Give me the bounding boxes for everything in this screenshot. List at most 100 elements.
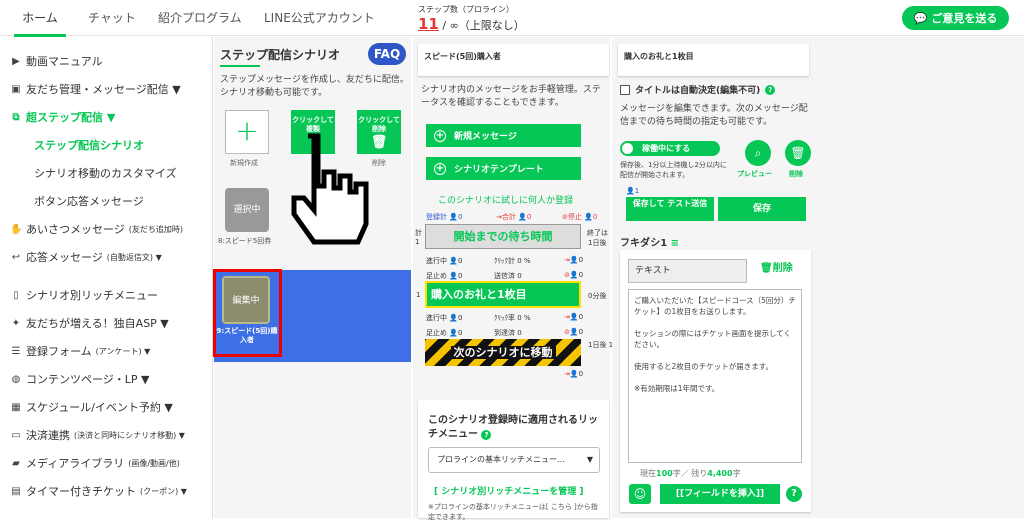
stat-click-rate: ｸﾘｯｸ率 0 % xyxy=(494,313,531,323)
sidebar-item-video-manual[interactable]: ▶ 動画マニュアル xyxy=(10,53,103,69)
sidebar-item-label: 友だちが増える！独自ASP ▼ xyxy=(26,317,169,330)
new-scenario-button[interactable]: + xyxy=(225,110,269,154)
pointer-hand-icon xyxy=(291,133,369,245)
stat-value: 0 xyxy=(457,272,463,280)
faq-button[interactable]: FAQ xyxy=(368,43,406,65)
stat-value: 0 xyxy=(578,313,584,321)
sidebar-item-label: 登録フォーム xyxy=(26,345,92,358)
emoji-button[interactable]: ☺ xyxy=(629,484,651,504)
contacts-icon: ▣ xyxy=(11,83,21,95)
save-test-send-button[interactable]: 保存して テスト送信 xyxy=(626,197,714,221)
wait-side-label: 終了は xyxy=(587,229,608,237)
stat-halt: ⊘👤0 xyxy=(564,271,584,279)
delete-bubble-button[interactable]: 🗑削除 xyxy=(760,259,793,274)
sidebar-item-form[interactable]: ☰ 登録フォーム (アンケート) ▼ xyxy=(10,343,151,359)
title-underline xyxy=(220,65,260,67)
tab-chat[interactable]: チャット xyxy=(88,9,136,26)
stat-label: 送信済 xyxy=(494,272,515,280)
sidebar-item-auto-reply[interactable]: ↩ 応答メッセージ (自動返信文) ▼ xyxy=(10,249,162,265)
sidebar-item-greeting[interactable]: ✋ あいさつメッセージ (友だち追加時) xyxy=(10,221,183,237)
stat-progress: 進行中 👤0 xyxy=(426,257,463,265)
plus-circle-icon: + xyxy=(434,162,446,175)
help-icon[interactable]: ? xyxy=(765,84,776,95)
stat-value: 0 xyxy=(517,329,522,337)
sidebar-item-label: 友だち管理・メッセージ配信 ▼ xyxy=(26,83,181,96)
new-scenario-label: 新規作成 xyxy=(230,159,258,167)
stat-label: 足止め xyxy=(426,329,447,337)
panel-description: シナリオ内のメッセージをお手軽管理。ステータスを確認することもできます。 xyxy=(421,85,601,108)
stat-value: 0 xyxy=(592,213,598,221)
drag-handle-icon[interactable]: ≡ xyxy=(671,238,679,249)
sidebar-item-scenario-move[interactable]: シナリオ移動のカスタマイズ xyxy=(34,165,177,181)
auto-title-checkbox[interactable]: タイトルは自動決定(編集不可)? xyxy=(620,83,776,96)
new-message-button[interactable]: + 新規メッセージ xyxy=(426,124,581,147)
highlight-frame xyxy=(213,269,282,357)
sidebar-item-content-page[interactable]: ◍ コンテンツページ・LP ▼ xyxy=(10,371,150,387)
counter-rest: 4,400 xyxy=(707,469,733,478)
feedback-label: ご意見を送る xyxy=(931,12,998,25)
wave-icon: ✋ xyxy=(10,223,23,235)
top-nav: ホーム チャット 紹介プログラム LINE公式アカウント ステップ数（プロライン… xyxy=(0,0,1024,37)
help-button[interactable]: ? xyxy=(786,486,802,502)
stat-value: 0 xyxy=(517,272,522,280)
insert-field-button[interactable]: [[フィールドを挿入]] xyxy=(660,484,780,504)
plus-icon: + xyxy=(235,114,259,147)
scenario-tile-label: 8:スピード5回券 xyxy=(218,237,272,245)
rich-menu-manage-link[interactable]: [ シナリオ別リッチメニューを管理 ] xyxy=(434,484,584,497)
tab-line-official[interactable]: LINE公式アカウント xyxy=(264,9,375,26)
sidebar-item-payment[interactable]: ▭ 決済連携 (決済と同時にシナリオ移動) ▼ xyxy=(10,427,185,443)
sidebar-item-rich-menu[interactable]: ▯ シナリオ別リッチメニュー xyxy=(10,287,158,303)
handshake-icon: ✦ xyxy=(11,317,21,329)
checkbox[interactable] xyxy=(620,84,630,95)
stat-label: 進行中 xyxy=(426,257,447,265)
wait-time-block[interactable]: 開始までの待ち時間 xyxy=(425,224,581,249)
sidebar-item-label: 応答メッセージ xyxy=(26,251,103,264)
sidebar-item-schedule[interactable]: ▦ スケジュール/イベント予約 ▼ xyxy=(10,399,173,415)
tab-home[interactable]: ホーム xyxy=(14,9,66,37)
stat-registered: 登録計 👤0 xyxy=(426,213,463,221)
sidebar-item-step-scenario[interactable]: ステップ配信シナリオ xyxy=(34,137,144,153)
caret-down-icon: ▼ xyxy=(586,455,593,464)
help-icon[interactable]: ? xyxy=(481,430,492,440)
search-icon: ⌕ xyxy=(754,146,762,160)
rich-menu-title: このシナリオ登録時に適用されるリッチメニュー ? xyxy=(428,414,598,442)
preview-button[interactable]: ⌕ xyxy=(745,140,771,166)
save-button[interactable]: 保存 xyxy=(718,197,806,221)
rich-menu-select[interactable]: プロラインの基本リッチメニュー… ▼ xyxy=(428,447,600,473)
total-count: 1 xyxy=(415,238,420,246)
active-toggle[interactable]: 稼働中にする xyxy=(620,141,720,156)
message-block-active[interactable]: 購入のお礼と1枚目 xyxy=(425,281,581,308)
stat-label: 到達済 xyxy=(494,329,515,337)
sidebar-item-note: (アンケート) ▼ xyxy=(95,346,151,356)
page-title: ステップ配信シナリオ xyxy=(220,48,341,62)
stat-forward: ⇥👤0 xyxy=(564,370,584,378)
stat-label: ｸﾘｯｸ計 xyxy=(494,257,515,265)
sidebar-item-button-reply[interactable]: ボタン応答メッセージ xyxy=(34,193,144,209)
feedback-button[interactable]: 💬 ご意見を送る xyxy=(902,6,1009,30)
bubble-title-text: フキダシ1 xyxy=(620,238,668,249)
sidebar-item-note: (決済と同時にシナリオ移動) ▼ xyxy=(74,430,185,440)
tab-referral[interactable]: 紹介プログラム xyxy=(158,9,242,26)
reply-icon: ↩ xyxy=(11,251,21,263)
bubble-type-field[interactable]: テキスト xyxy=(628,259,747,283)
next-scenario-block[interactable]: 次のシナリオに移動 xyxy=(425,339,581,366)
sidebar-item-media[interactable]: ▰ メディアライブラリ (画像/動画/他) xyxy=(10,455,180,471)
stat-progress: 進行中 👤0 xyxy=(426,314,463,322)
sidebar-item-friends[interactable]: ▣ 友だち管理・メッセージ配信 ▼ xyxy=(10,81,181,97)
steps-used[interactable]: 11 xyxy=(418,15,439,33)
sidebar-item-super-step[interactable]: ⧉ 超ステップ配信 ▼ xyxy=(10,109,115,125)
video-icon: ▶ xyxy=(12,55,20,67)
stat-label: ｸﾘｯｸ率 xyxy=(494,314,515,322)
delete-message-button[interactable]: 🗑 xyxy=(785,140,811,166)
sidebar-item-asp[interactable]: ✦ 友だちが増える！独自ASP ▼ xyxy=(10,315,169,331)
trial-register-link[interactable]: このシナリオに試しに何人か登録 xyxy=(438,193,573,206)
sidebar-item-label: コンテンツページ・LP ▼ xyxy=(26,373,150,386)
sidebar-item-ticket[interactable]: ▤ タイマー付きチケット (クーポン) ▼ xyxy=(10,483,187,499)
message-textarea[interactable]: ご購入いただいた【スピードコース（5回分）チケット】の1枚目をお送りします。 セ… xyxy=(628,289,802,463)
rich-menu-selected: プロラインの基本リッチメニュー… xyxy=(437,455,565,464)
sidebar-item-note: (自動返信文) ▼ xyxy=(106,252,162,262)
stat-stopped: 足止め 👤0 xyxy=(426,272,463,280)
panel-description: ステップメッセージを作成し、友だちに配信。シナリオ移動も可能です。 xyxy=(220,75,409,98)
scenario-tile-selected[interactable]: 選択中 xyxy=(225,188,269,232)
scenario-template-button[interactable]: + シナリオテンプレート xyxy=(426,157,581,180)
